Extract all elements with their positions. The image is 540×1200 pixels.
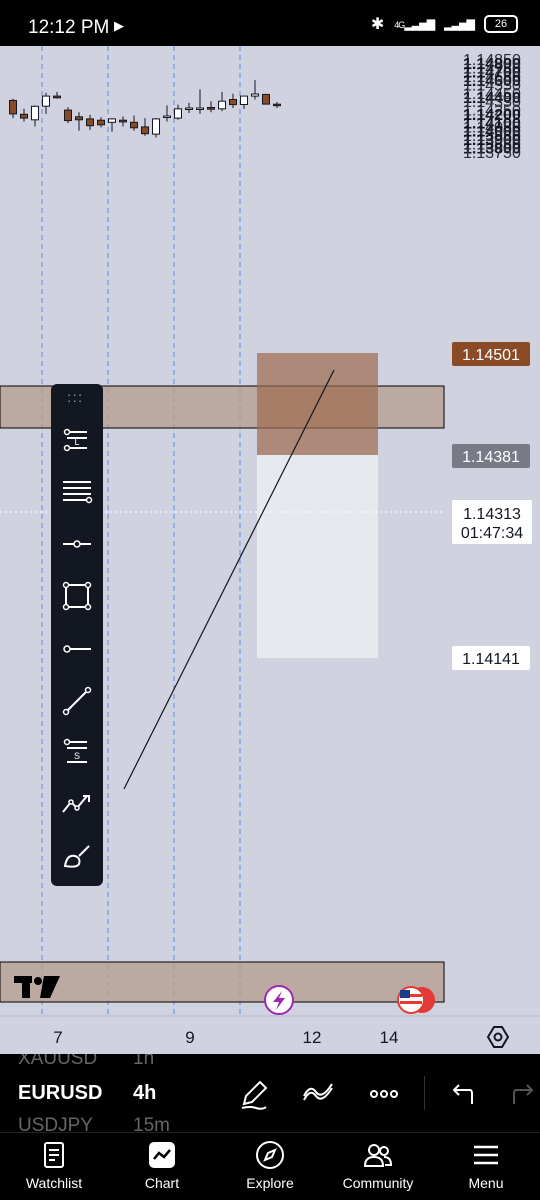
bullish-candle — [174, 108, 182, 119]
zone-bottom-price-text: 1.14141 — [462, 651, 520, 668]
bearish-candle — [273, 103, 281, 107]
battery-level: 26 — [494, 18, 508, 30]
bullish-candle — [108, 118, 116, 123]
bearish-candle — [141, 126, 149, 135]
bullish-candle — [218, 100, 226, 110]
last-price-text: 1.14313 — [463, 506, 521, 523]
watchlist-icon — [38, 1139, 70, 1171]
status-bar: 12:12 PM ▶ ✱ 4G▂▃▅▇ ▂▃▅▇ 26 — [0, 0, 540, 46]
drawing-pen-icon[interactable] — [236, 1076, 272, 1112]
us-economic-event-icon[interactable] — [397, 986, 435, 1014]
bullish-candle — [42, 95, 50, 107]
price-axis-bg — [445, 46, 540, 1054]
price-scale[interactable]: 1.148501.148001.147501.147001.146501.146… — [463, 52, 521, 162]
compass-icon — [254, 1139, 286, 1171]
bearish-candle — [86, 118, 94, 127]
bar-countdown-text: 01:47:34 — [461, 525, 523, 542]
nav-label: Watchlist — [25, 1175, 83, 1191]
redo-icon[interactable] — [506, 1076, 540, 1112]
symbol-selector[interactable]: EURUSD — [18, 1082, 102, 1105]
bearish-candle — [207, 107, 215, 110]
bullish-candle — [251, 93, 259, 97]
prev-interval[interactable]: 1h — [133, 1054, 154, 1070]
battery-icon: 26 — [484, 15, 518, 33]
network-signal-icon: 4G▂▃▅▇ — [394, 18, 435, 31]
price-label: 1.13750 — [463, 145, 521, 162]
toolbar-divider — [424, 1076, 425, 1110]
interval-selector[interactable]: 4h — [133, 1082, 156, 1105]
position-target-zone[interactable] — [257, 455, 378, 658]
bullish-candle — [31, 105, 39, 121]
status-icons: ✱ 4G▂▃▅▇ ▂▃▅▇ 26 — [371, 14, 518, 34]
bearish-candle — [130, 121, 138, 129]
svg-text:S: S — [74, 751, 80, 761]
bullish-candle — [196, 107, 204, 110]
bullish-candle — [240, 95, 248, 105]
symbol-toolbar: XAUUSD 1h EURUSD 4h USDJPY 15m — [0, 1054, 540, 1132]
nav-chart[interactable]: Chart — [112, 1139, 212, 1191]
nav-label: Explore — [246, 1175, 294, 1191]
short-position-tool-icon[interactable]: S — [57, 734, 97, 774]
bullish-candle — [163, 115, 171, 118]
bearish-candle — [75, 116, 83, 121]
chart-icon — [146, 1139, 178, 1171]
nav-label: Community — [342, 1175, 414, 1191]
wifi-signal-icon: ▂▃▅▇ — [444, 18, 475, 31]
zone-top-price-text: 1.14501 — [462, 347, 520, 364]
pattern-tool-icon[interactable] — [57, 784, 97, 824]
network-type: 4G — [394, 19, 405, 30]
horizontal-ray-tool-icon[interactable] — [57, 524, 97, 564]
chart-area[interactable]: 1.14850 1.14800 1.14750 1.14700 1.14650 1.146… — [0, 46, 540, 1054]
play-store-icon: ▶ — [114, 18, 124, 33]
status-time: 12:12 PM — [28, 17, 110, 38]
bearish-candle — [20, 113, 28, 119]
bearish-candle — [262, 93, 270, 105]
time-label: 9 — [185, 1028, 194, 1047]
brush-tool-icon[interactable] — [57, 836, 97, 876]
bullish-candle — [152, 118, 160, 135]
undo-icon[interactable] — [444, 1076, 480, 1112]
demand-zone-rectangle[interactable] — [0, 961, 445, 1003]
bullish-candle — [185, 107, 193, 110]
fib-retracement-tool-icon[interactable] — [57, 472, 97, 512]
nav-label: Menu — [468, 1175, 504, 1191]
bearish-candle — [97, 119, 105, 126]
community-icon — [362, 1139, 394, 1171]
bearish-candle — [119, 119, 127, 123]
nav-community[interactable]: Community — [328, 1139, 428, 1191]
horizontal-line-tool-icon[interactable] — [57, 629, 97, 669]
menu-icon — [470, 1139, 502, 1171]
nav-explore[interactable]: Explore — [220, 1139, 320, 1191]
zone-mid-price-text: 1.14381 — [462, 449, 520, 466]
bearish-candle — [229, 99, 237, 106]
nav-watchlist[interactable]: Watchlist — [4, 1139, 104, 1191]
next-symbol[interactable]: USDJPY — [18, 1115, 93, 1132]
time-label: 7 — [53, 1028, 62, 1047]
indicators-icon[interactable] — [300, 1076, 336, 1112]
time-label: 14 — [380, 1028, 399, 1047]
rectangle-tool-icon[interactable] — [57, 576, 97, 616]
bearish-candle — [53, 95, 61, 99]
time-label: 12 — [303, 1028, 322, 1047]
bearish-candle — [64, 109, 72, 122]
bottom-navigation: Watchlist Chart Explore Community Menu — [0, 1132, 540, 1200]
next-interval[interactable]: 15m — [133, 1115, 170, 1132]
bluetooth-icon: ✱ — [370, 16, 385, 33]
more-options-icon[interactable] — [366, 1076, 402, 1112]
drag-handle-icon[interactable]: ⋅⋅⋅ ⋅⋅⋅ — [67, 388, 83, 408]
lightning-icon[interactable] — [264, 985, 294, 1015]
nav-menu[interactable]: Menu — [436, 1139, 536, 1191]
bearish-candle — [9, 99, 17, 115]
long-position-tool-icon[interactable]: L — [57, 422, 97, 462]
nav-label: Chart — [144, 1175, 180, 1191]
prev-symbol[interactable]: XAUUSD — [18, 1054, 97, 1070]
svg-text:L: L — [74, 437, 79, 447]
trend-line-tool-icon[interactable] — [57, 681, 97, 721]
drawing-toolbar[interactable]: ⋅⋅⋅ ⋅⋅⋅ L S — [51, 384, 103, 886]
